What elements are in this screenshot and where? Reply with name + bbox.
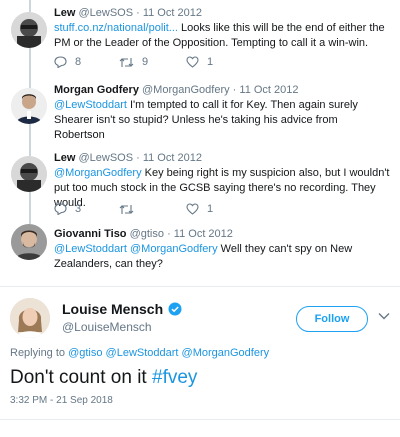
thread-line: [29, 192, 31, 224]
replying-to: Replying to @gtiso @LewStoddart @MorganG…: [10, 347, 270, 359]
author-name[interactable]: Lew: [54, 7, 75, 19]
retweet-button[interactable]: 9: [119, 56, 150, 68]
chevron-down-icon[interactable]: [378, 312, 390, 320]
hashtag-link[interactable]: #fvey: [152, 367, 197, 388]
tweet-timestamp[interactable]: 3:32 PM - 21 Sep 2018: [10, 395, 113, 406]
tweet-text: @LewStoddart @MorganGodfery Well they ca…: [54, 243, 353, 270]
mention-link[interactable]: @MorganGodfery: [130, 243, 218, 255]
divider: [0, 419, 400, 420]
tweet-date[interactable]: · 11 Oct 2012: [136, 7, 202, 19]
avatar[interactable]: [10, 298, 50, 338]
tweet-date[interactable]: · 11 Oct 2012: [233, 84, 299, 96]
retweet-button[interactable]: [119, 204, 150, 215]
mention-link[interactable]: @LewStoddart: [54, 99, 127, 111]
thread-line: [29, 0, 31, 12]
author-name[interactable]: Giovanni Tiso: [54, 228, 127, 240]
reply-count: 8: [75, 56, 82, 68]
main-tweet-text: Don't count on it #fvey: [10, 367, 198, 388]
author-handle[interactable]: @gtiso: [130, 228, 164, 240]
verified-icon: [168, 302, 182, 316]
tweet-text: @LewStoddart I'm tempted to call it for …: [54, 99, 358, 141]
like-button[interactable]: 1: [186, 203, 215, 215]
like-icon: [186, 203, 199, 215]
author-handle[interactable]: @MorganGodfery: [142, 84, 230, 96]
divider: [0, 286, 400, 287]
author-handle[interactable]: @LewSOS: [78, 7, 133, 19]
like-count: 1: [207, 203, 214, 215]
main-author-name[interactable]: Louise Mensch: [62, 301, 163, 317]
reply-count: 3: [75, 203, 82, 215]
tweet-date[interactable]: · 11 Oct 2012: [136, 152, 202, 164]
reply-button[interactable]: 3: [54, 203, 83, 215]
tweet-link[interactable]: stuff.co.nz/national/polit...: [54, 22, 178, 34]
author-name[interactable]: Morgan Godfery: [54, 84, 139, 96]
main-author-handle[interactable]: @LouiseMensch: [62, 320, 152, 334]
avatar[interactable]: [11, 12, 47, 48]
avatar[interactable]: [11, 156, 47, 192]
mention-link[interactable]: @LewStoddart: [54, 243, 127, 255]
reply-icon: [54, 56, 67, 68]
retweet-icon: [119, 57, 134, 67]
like-icon: [186, 56, 199, 68]
tweet-date[interactable]: · 11 Oct 2012: [167, 228, 233, 240]
thread-line: [29, 48, 31, 88]
reply-button[interactable]: 8: [54, 56, 83, 68]
retweet-count: 9: [142, 56, 149, 68]
author-handle[interactable]: @LewSOS: [78, 152, 133, 164]
author-name[interactable]: Lew: [54, 152, 75, 164]
replying-to-mentions[interactable]: @gtiso @LewStoddart @MorganGodfery: [68, 347, 269, 359]
thread-line: [29, 124, 31, 156]
tweet-text: stuff.co.nz/national/polit... Looks like…: [54, 22, 385, 49]
reply-icon: [54, 203, 67, 215]
avatar[interactable]: [11, 224, 47, 260]
follow-button[interactable]: Follow: [296, 306, 368, 332]
mention-link[interactable]: @MorganGodfery: [54, 167, 142, 179]
like-button[interactable]: 1: [186, 56, 215, 68]
avatar[interactable]: [11, 88, 47, 124]
retweet-icon: [119, 204, 134, 214]
like-count: 1: [207, 56, 214, 68]
